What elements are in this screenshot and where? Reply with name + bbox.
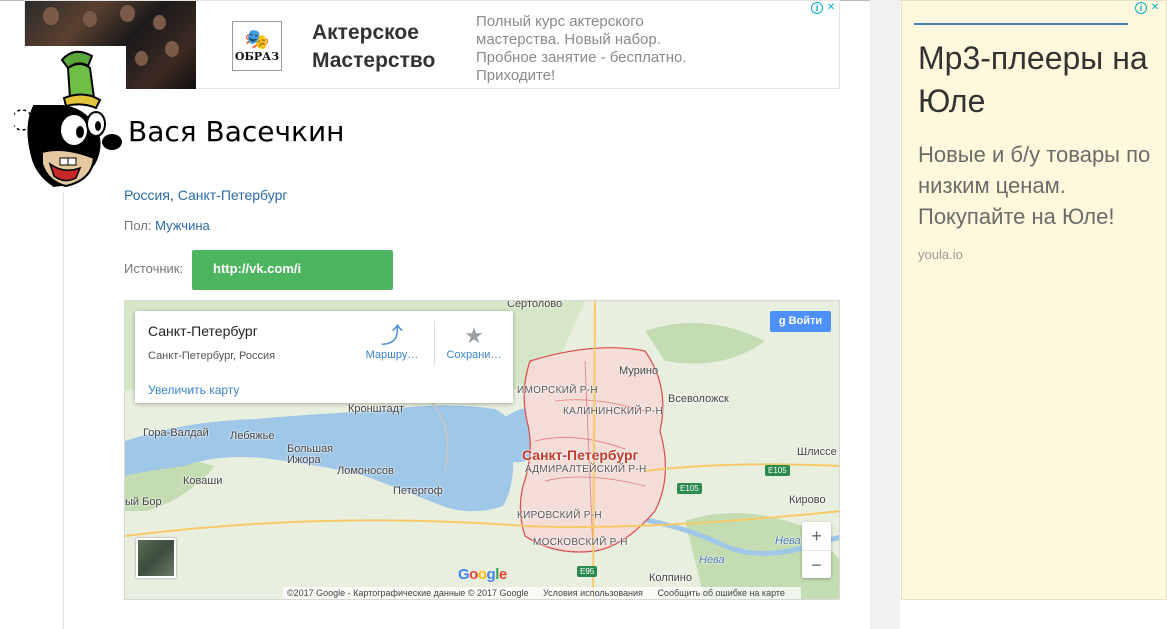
satellite-view-toggle[interactable] [136,538,176,578]
map-label-neva-2: Нева [699,554,725,566]
signin-label: Войти [788,315,823,327]
ad-headline[interactable]: Mp3-плееры на Юле [918,37,1158,123]
map-label-kovashi: Коваши [183,475,223,487]
location: Россия, Санкт-Петербург [124,187,288,203]
ad-logo: 🎭 ОБРАЗ [232,21,282,71]
map-label-peterhof: Петергоф [393,485,443,497]
map-label-admiralteysky: АДМИРАЛТЕЙСКИЙ Р-Н [525,464,647,475]
close-icon[interactable]: ✕ [1149,2,1161,14]
map-place-subtitle: Санкт-Петербург, Россия [148,350,276,362]
map-label-kronshtadt: Кронштадт [348,403,405,415]
directions-button[interactable]: ⤴ Маршру… [357,323,427,361]
enlarge-map-link[interactable]: Увеличить карту [148,383,239,397]
zoom-control: + − [802,522,831,578]
zoom-out-button[interactable]: − [802,551,831,579]
ad-choices[interactable]: i ✕ [1135,2,1161,14]
report-error-link[interactable]: Сообщить об ошибке на карте [657,588,784,598]
info-icon[interactable]: i [811,2,823,14]
map-place-title: Санкт-Петербург [148,323,258,339]
avatar [14,46,126,192]
map-attribution: ©2017 Google - Картографические данные ©… [283,587,801,599]
google-map[interactable]: Сертолово Мурино ИМОРСКИЙ Р-Н КАЛИНИНСКИ… [124,300,840,600]
star-icon: ★ [464,323,484,348]
map-label-moskovsky: МОСКОВСКИЙ Р-Н [533,537,628,548]
user-name: Вася Васечкин [128,115,345,148]
save-place-button[interactable]: ★ Сохрани… [439,323,509,361]
map-label-murino: Мурино [619,365,659,377]
map-label-bolshaya-izhora: Большая Ижора [287,443,334,466]
info-icon[interactable]: i [1135,2,1147,14]
ad-choices[interactable]: i ✕ [811,2,837,14]
country-link[interactable]: Россия [124,187,170,203]
theatre-mask-icon: 🎭 [244,28,270,51]
ad-body: Новые и б/у товары по низким ценам. Поку… [918,142,1151,229]
google-signin-button[interactable]: g Войти [770,311,831,332]
map-label-gora-valday: Гора-Валдай [143,427,209,439]
directions-icon: ⤴ [380,323,403,348]
ad-title[interactable]: Актерское Мастерство [312,19,472,75]
map-label-maly-bor: ый Бор [125,496,162,508]
right-gutter [870,0,900,629]
close-icon[interactable]: ✕ [825,2,837,14]
map-label-lomonosov: Ломоносов [337,465,394,477]
map-copyright: ©2017 Google - Картографические данные ©… [287,588,529,598]
save-label: Сохрани… [446,349,502,361]
zoom-in-button[interactable]: + [802,522,831,551]
gender-label: Пол: [124,218,152,233]
map-label-sertolovo: Сертолово [507,300,563,310]
google-logo: Google [458,566,507,583]
map-label-vsevolozhsk: Всеволожск [668,393,729,405]
card-divider [434,321,435,365]
gender-row: Пол: Мужчина [124,218,210,233]
map-label-kolpino: Колпино [649,572,692,584]
source-label: Источник: [124,261,184,276]
directions-label: Маршру… [365,349,419,361]
map-label-shlisselburg: Шлиссе [797,446,837,458]
map-label-kirovsky: КИРОВСКИЙ Р-Н [517,510,602,521]
google-plus-icon: g [778,315,786,327]
road-shield-e95: E95 [577,566,598,577]
road-shield-e105: E105 [677,483,702,494]
road-shield-e105: E105 [765,465,790,476]
map-info-card: Санкт-Петербург Санкт-Петербург, Россия … [135,311,513,403]
ad-domain[interactable]: youla.io [918,247,963,262]
city-link[interactable]: Санкт-Петербург [178,187,288,203]
location-separator: , [169,187,178,203]
gender-link[interactable]: Мужчина [155,218,210,233]
map-label-city: Санкт-Петербург [522,447,639,463]
ad-accent-bar [914,23,1128,25]
map-label-kalininsky: КАЛИНИНСКИЙ Р-Н [563,406,664,417]
terms-link[interactable]: Условия использования [543,588,643,598]
ad-logo-text: ОБРАЗ [234,49,280,63]
map-label-kirovsk: Кирово [789,494,826,506]
map-label-neva: Нева [775,535,801,547]
right-advertisement[interactable]: Mp3-плееры на Юле Новые и б/у товары по … [901,0,1167,600]
ad-description: Полный курс актерского мастерства. Новый… [476,13,687,84]
top-advertisement[interactable]: 🎭 ОБРАЗ Актерское Мастерство Полный курс… [24,0,840,89]
source-link-button[interactable]: http://vk.com/i [192,250,393,290]
map-label-lebyazhye: Лебяжье [230,430,275,442]
map-label-primorsky: ИМОРСКИЙ Р-Н [517,385,598,396]
content-divider [63,175,64,629]
